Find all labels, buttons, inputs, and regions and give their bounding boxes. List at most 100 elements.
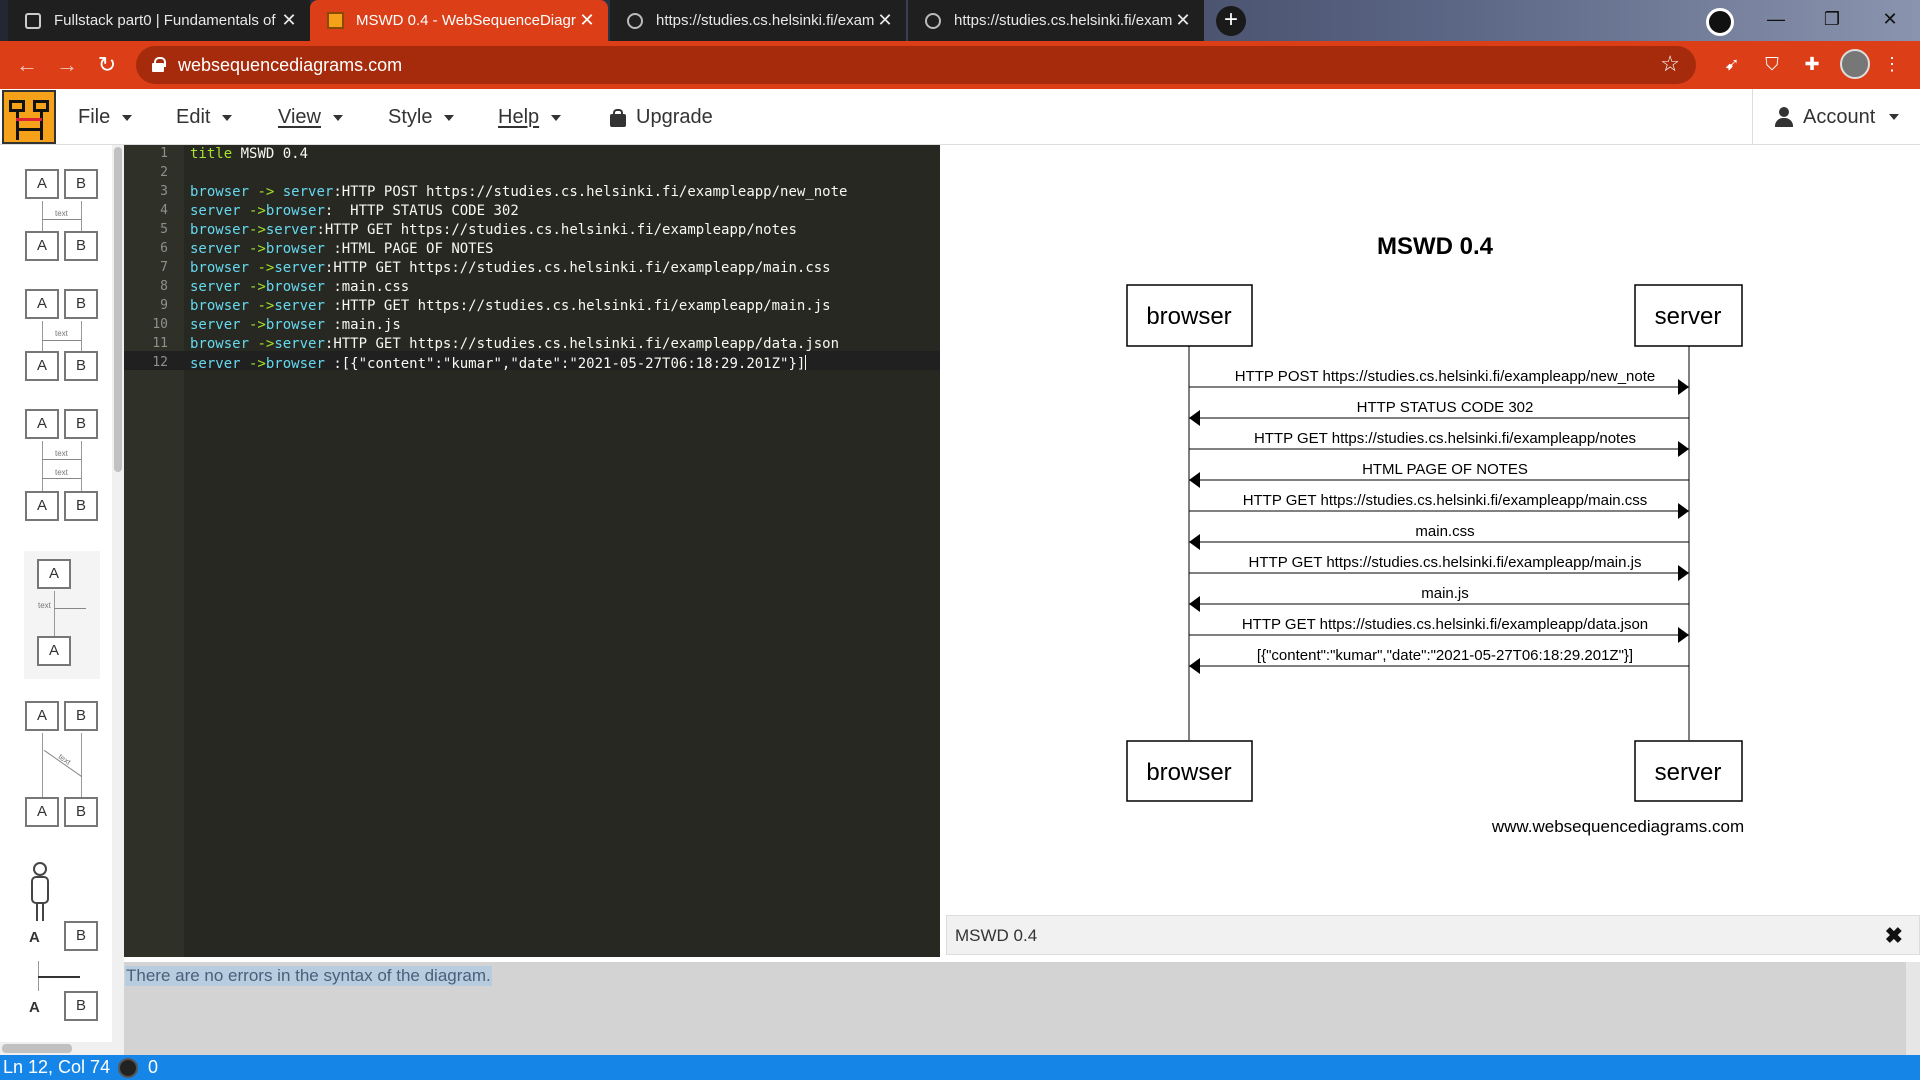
line-number: 4	[160, 203, 168, 218]
caret-down-icon	[122, 114, 133, 121]
close-tab-icon[interactable]: ✕	[278, 10, 300, 31]
close-tab-icon[interactable]: ✕	[874, 10, 896, 31]
tab-exampleapp-spa[interactable]: https://studies.cs.helsinki.fi/exampleap…	[908, 0, 1204, 41]
template-box-a: A	[25, 169, 59, 199]
close-icon[interactable]: ✖	[1885, 923, 1903, 949]
view-menu[interactable]: View	[278, 106, 343, 129]
diagram-watermark: www.websequencediagrams.com	[1491, 817, 1744, 836]
message-label: HTTP GET https://studies.cs.helsinki.fi/…	[1249, 554, 1642, 571]
template-box-b: B	[64, 289, 98, 319]
preview-title-bar: MSWD 0.4 ✖	[946, 915, 1920, 955]
code-line: browser ->server :HTTP GET https://studi…	[190, 298, 831, 314]
message-label: HTTP GET https://studies.cs.helsinki.fi/…	[1254, 430, 1636, 447]
page-icon	[24, 12, 42, 30]
status-bar: Ln 12, Col 74 0	[0, 1055, 1920, 1080]
url-input[interactable]: websequencediagrams.com ☆	[136, 46, 1696, 84]
line-number: 8	[160, 279, 168, 294]
code-line: title MSWD 0.4	[190, 146, 309, 162]
bookmark-star-icon[interactable]: ☆	[1660, 51, 1680, 77]
arrowhead	[1189, 472, 1200, 488]
caret-down-icon	[222, 114, 233, 121]
upgrade-button[interactable]: Upgrade	[610, 106, 713, 129]
close-window-icon[interactable]: ✕	[1870, 4, 1910, 34]
template-box-a: A	[25, 409, 59, 439]
caret-down-icon	[551, 114, 562, 121]
palette-hscroll-thumb[interactable]	[2, 1044, 72, 1053]
file-menu[interactable]: File	[78, 106, 133, 129]
browser-menu-icon[interactable]: ⋮	[1880, 52, 1904, 76]
error-panel-scrollbar[interactable]	[1906, 962, 1920, 1055]
tab-websequencediagrams[interactable]: MSWD 0.4 - WebSequenceDiagrams ✕	[310, 0, 608, 41]
profile-avatar[interactable]	[1840, 49, 1870, 79]
download-icon[interactable]	[1706, 8, 1734, 36]
participant-server-label: server	[1655, 759, 1722, 786]
template-palette: A B text A B A B text A B A B text text …	[0, 145, 112, 1055]
tab-fullstack[interactable]: Fullstack part0 | Fundamentals of Web ap…	[8, 0, 310, 41]
arrowhead	[1678, 565, 1689, 581]
template-box-b: B	[64, 169, 98, 199]
tab-title: Fullstack part0 | Fundamentals of Web ap…	[54, 12, 278, 29]
line-number: 3	[160, 184, 168, 199]
arrowhead	[1189, 410, 1200, 426]
address-bar: ← → ↻ websequencediagrams.com ☆ ➹ ⛉ ✚ ⋮	[0, 41, 1920, 89]
code-line: server ->browser :main.js	[190, 317, 401, 333]
reload-icon[interactable]: ↻	[92, 50, 122, 80]
url-text: websequencediagrams.com	[178, 55, 403, 75]
extension-shield-icon[interactable]: ⛉	[1760, 52, 1784, 76]
code-line: browser ->server:HTTP GET https://studie…	[190, 260, 831, 276]
new-tab-button[interactable]: +	[1216, 6, 1246, 36]
code-editor[interactable]: 1 2 3 4 5 6 7 8 9 10 11 12 title MSWD 0.4 browser ->…	[124, 145, 940, 957]
caret-down-icon	[1889, 114, 1900, 120]
message-label: HTTP POST https://studies.cs.helsinki.fi…	[1235, 368, 1655, 385]
code-line: browser -> server:HTTP POST https://stud…	[190, 184, 848, 200]
participant-server-label: server	[1655, 303, 1722, 330]
template-box-a: A	[25, 231, 59, 261]
back-icon[interactable]: ←	[12, 50, 42, 80]
websequencediagrams-logo[interactable]	[2, 90, 56, 144]
template-box-a: A	[25, 701, 59, 731]
template-box-a: A	[25, 351, 59, 381]
diagram-preview: MSWD 0.4 browser server HTTP POST https:…	[940, 145, 1920, 915]
user-icon	[1775, 107, 1793, 127]
lock-icon	[152, 57, 166, 72]
palette-scrollbar[interactable]	[112, 145, 124, 1055]
message-label: main.js	[1421, 585, 1469, 602]
restore-icon[interactable]: ❐	[1812, 4, 1852, 34]
line-number: 1	[160, 146, 168, 161]
code-line: server ->browser: HTTP STATUS CODE 302	[190, 203, 519, 219]
edit-menu[interactable]: Edit	[176, 106, 233, 129]
close-tab-icon[interactable]: ✕	[1172, 10, 1194, 31]
line-number: 9	[160, 298, 168, 313]
tab-exampleapp-notes[interactable]: https://studies.cs.helsinki.fi/exampleap…	[610, 0, 906, 41]
style-menu[interactable]: Style	[388, 106, 455, 129]
code-line: server ->browser :main.css	[190, 279, 410, 295]
globe-icon	[626, 12, 644, 30]
syntax-status-message: There are no errors in the syntax of the…	[125, 966, 492, 986]
line-number: 10	[152, 317, 168, 332]
extensions-puzzle-icon[interactable]: ✚	[1800, 52, 1824, 76]
arrowhead	[1678, 441, 1689, 457]
template-box-b: B	[64, 797, 98, 827]
participant-browser-label: browser	[1146, 759, 1231, 786]
palette-horizontal-scrollbar[interactable]	[0, 1042, 124, 1055]
cursor-position: Ln 12, Col 74	[3, 1057, 111, 1077]
globe-icon	[924, 12, 942, 30]
close-tab-icon[interactable]: ✕	[576, 10, 598, 31]
caret-down-icon	[333, 114, 343, 121]
arrowhead	[1678, 379, 1689, 395]
help-menu[interactable]: Help	[498, 106, 562, 129]
palette-scroll-thumb[interactable]	[114, 147, 122, 472]
code-line: browser->server:HTTP GET https://studies…	[190, 222, 797, 238]
forward-icon[interactable]: →	[52, 50, 82, 80]
account-menu[interactable]: Account	[1752, 89, 1920, 145]
template-box-b: B	[64, 351, 98, 381]
browser-tab-bar: Fullstack part0 | Fundamentals of Web ap…	[0, 0, 1920, 41]
extension-arrow-icon[interactable]: ➹	[1720, 52, 1744, 76]
preview-title: MSWD 0.4	[955, 926, 1038, 945]
actor-icon	[31, 862, 49, 921]
arrowhead	[1678, 627, 1689, 643]
tab-title: MSWD 0.4 - WebSequenceDiagrams	[356, 12, 576, 29]
minimize-icon[interactable]: —	[1756, 4, 1796, 34]
message-label: HTTP GET https://studies.cs.helsinki.fi/…	[1243, 492, 1648, 509]
sequence-diagram: MSWD 0.4 browser server HTTP POST https:…	[1126, 233, 1744, 836]
